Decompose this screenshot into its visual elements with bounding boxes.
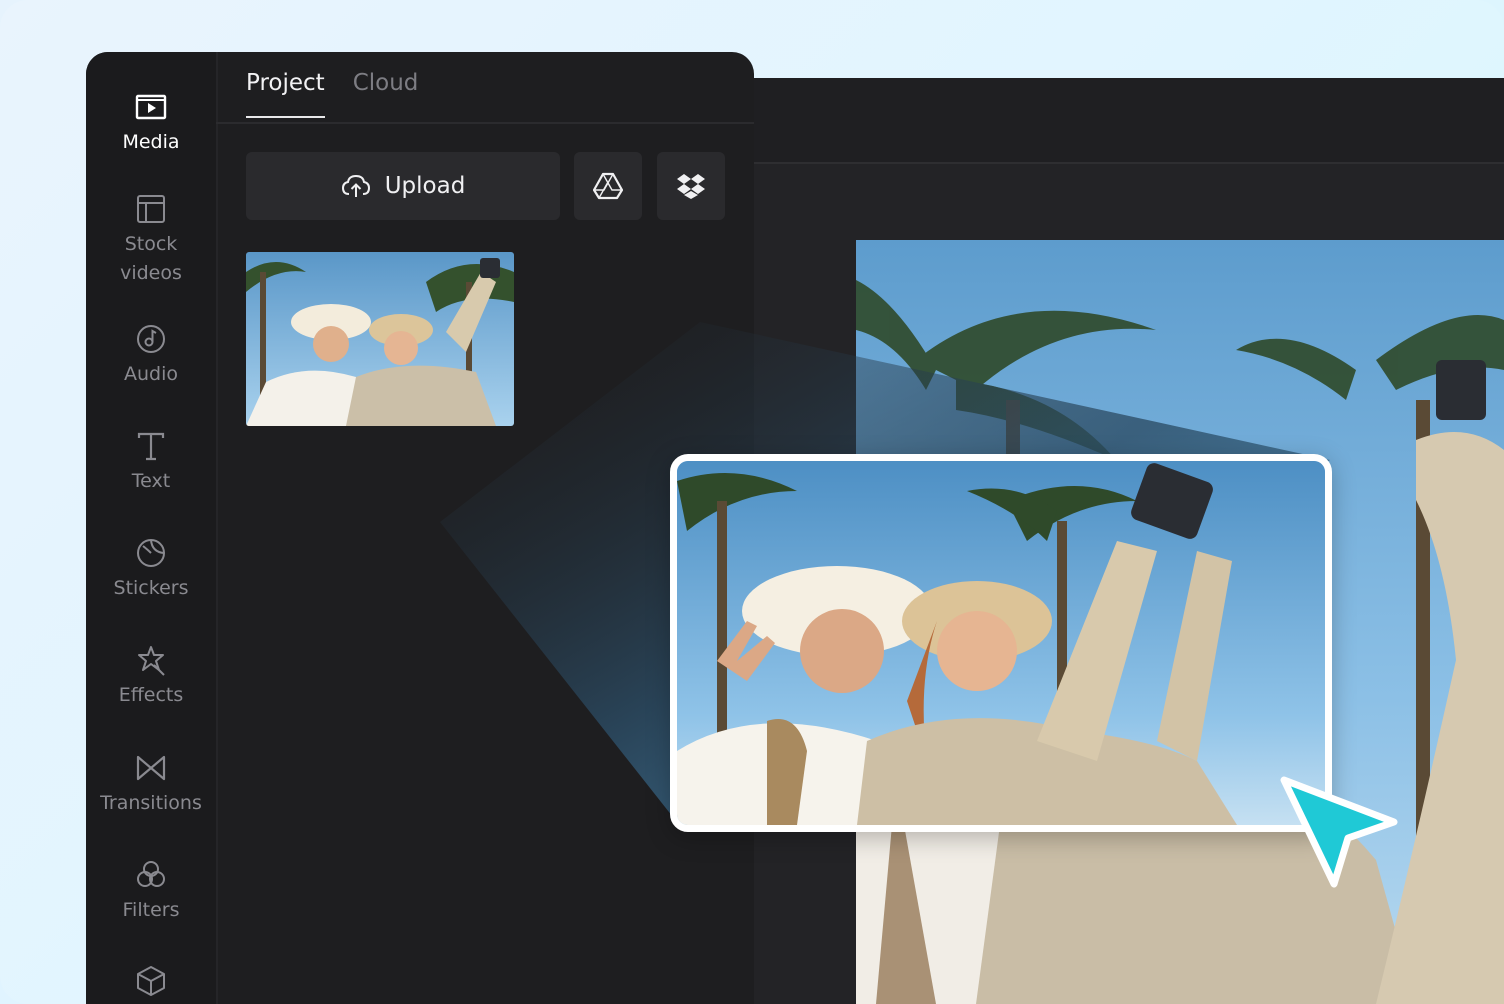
thumbnail-photo <box>246 252 514 426</box>
audio-icon <box>137 325 165 353</box>
media-thumbnail[interactable] <box>246 252 514 426</box>
sidebar-item-effects[interactable]: Effects <box>86 643 216 710</box>
google-drive-button[interactable] <box>574 152 642 220</box>
cloud-upload-icon <box>341 174 370 197</box>
tab-project[interactable]: Project <box>246 70 325 118</box>
upload-button[interactable]: Upload <box>246 152 560 220</box>
cube-icon <box>137 966 165 996</box>
sidebar-item-label: Text <box>131 470 171 492</box>
sidebar-item-filters[interactable]: Filters <box>86 858 216 925</box>
effects-icon <box>138 646 165 676</box>
dropbox-button[interactable] <box>657 152 725 220</box>
sidebar-item-audio[interactable]: Audio <box>86 322 216 389</box>
sidebar-item-stickers[interactable]: Stickers <box>86 536 216 603</box>
panel-tabs: Project Cloud <box>246 70 418 118</box>
stock-videos-icon <box>137 195 165 223</box>
sidebar-item-label: Filters <box>122 899 180 921</box>
dropbox-icon <box>677 174 705 199</box>
upload-label: Upload <box>384 173 466 199</box>
sidebar-item-stock-videos[interactable]: Stock videos <box>86 192 216 288</box>
filters-icon <box>137 861 165 887</box>
preview-toolbar <box>720 78 1504 164</box>
media-icon <box>135 94 167 120</box>
stickers-icon <box>137 539 165 567</box>
text-icon <box>137 432 165 461</box>
sidebar-item-text[interactable]: Text <box>86 429 216 496</box>
tab-cloud[interactable]: Cloud <box>353 70 419 118</box>
sidebar-item-transitions[interactable]: Transitions <box>86 751 216 818</box>
sidebar-item-label: Stock videos <box>120 233 182 284</box>
zoomed-photo <box>677 461 1325 825</box>
transitions-icon <box>136 755 166 781</box>
zoomed-clip-frame[interactable] <box>670 454 1332 832</box>
sidebar-item-label: Effects <box>118 684 184 706</box>
sidebar-item-label: Stickers <box>113 577 189 599</box>
sidebar-item-media[interactable]: Media <box>86 90 216 157</box>
sidebar-item-label: Transitions <box>100 792 202 814</box>
sidebar-item-label: Media <box>122 131 180 153</box>
tabs-divider <box>216 122 754 124</box>
sidebar: Media Stock videos Audio Text Stickers E… <box>86 52 218 1004</box>
sidebar-item-3d[interactable] <box>86 964 216 1002</box>
editor-panel: Media Stock videos Audio Text Stickers E… <box>86 52 754 1004</box>
sidebar-item-label: Audio <box>123 363 178 385</box>
mouse-cursor-icon <box>1280 776 1398 888</box>
google-drive-icon <box>593 172 623 200</box>
